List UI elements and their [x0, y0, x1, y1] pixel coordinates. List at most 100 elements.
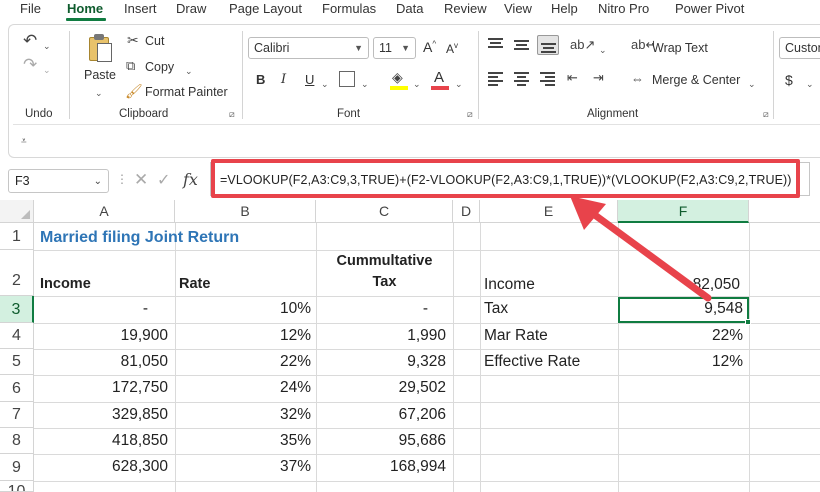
- column-header-c[interactable]: C: [316, 200, 453, 223]
- tab-insert[interactable]: Insert: [124, 1, 157, 16]
- column-header-b[interactable]: B: [175, 200, 316, 223]
- select-all-button[interactable]: [0, 200, 34, 223]
- header-cumulative-tax-line2[interactable]: Tax: [316, 274, 453, 290]
- tab-home[interactable]: Home: [67, 1, 103, 16]
- formula-text[interactable]: =VLOOKUP(F2,A3:C9,3,TRUE)+(F2-VLOOKUP(F2…: [220, 173, 792, 187]
- increase-indent-icon[interactable]: ⇥: [593, 70, 604, 86]
- font-size-select[interactable]: 11 ▼: [373, 37, 416, 59]
- paste-button[interactable]: Paste: [84, 68, 116, 82]
- income-cell[interactable]: 628,300: [40, 458, 168, 476]
- income-cell[interactable]: 418,850: [40, 432, 168, 450]
- cut-button[interactable]: Cut: [145, 34, 164, 48]
- tax-cell[interactable]: 9,328: [320, 353, 446, 371]
- underline-dropdown-icon[interactable]: ⌄: [321, 76, 329, 92]
- align-middle-icon[interactable]: [511, 35, 533, 55]
- row-header-1[interactable]: 1: [0, 223, 34, 250]
- rate-cell[interactable]: 32%: [179, 406, 311, 424]
- currency-button[interactable]: $: [785, 72, 793, 88]
- rate-cell[interactable]: 24%: [179, 379, 311, 397]
- tax-cell[interactable]: 1,990: [320, 327, 446, 345]
- number-format-select[interactable]: Custom: [779, 37, 820, 59]
- row-header-7[interactable]: 7: [0, 402, 34, 428]
- income-cell[interactable]: 172,750: [40, 379, 168, 397]
- increase-font-icon[interactable]: A^: [423, 39, 436, 55]
- formula-bar-grip-icon[interactable]: ⋮: [116, 172, 128, 186]
- undo-dropdown-icon[interactable]: ⌄: [43, 38, 51, 54]
- copy-icon[interactable]: ⧉: [126, 58, 135, 74]
- rate-cell[interactable]: 12%: [179, 327, 311, 345]
- summary-label-mar-rate[interactable]: Mar Rate: [484, 327, 548, 345]
- decrease-font-icon[interactable]: Av: [446, 41, 458, 56]
- paste-icon[interactable]: [87, 33, 113, 63]
- decrease-indent-icon[interactable]: ⇤: [567, 70, 578, 86]
- align-top-icon[interactable]: [485, 35, 507, 55]
- row-header-8[interactable]: 8: [0, 428, 34, 454]
- orientation-dropdown-icon[interactable]: ⌄: [599, 42, 607, 58]
- borders-icon[interactable]: [339, 71, 355, 87]
- paste-dropdown-icon[interactable]: ⌄: [95, 85, 103, 101]
- rate-cell[interactable]: 37%: [179, 458, 311, 476]
- insert-function-button[interactable]: fx: [183, 170, 198, 189]
- tab-data[interactable]: Data: [396, 1, 423, 16]
- borders-dropdown-icon[interactable]: ⌄: [361, 76, 369, 92]
- income-cell[interactable]: 329,850: [40, 406, 168, 424]
- currency-dropdown-icon[interactable]: ⌄: [806, 76, 814, 92]
- row-header-10[interactable]: 10: [0, 481, 34, 492]
- header-rate[interactable]: Rate: [179, 276, 210, 292]
- header-income[interactable]: Income: [40, 276, 91, 292]
- row-header-4[interactable]: 4: [0, 323, 34, 349]
- income-cell[interactable]: 19,900: [40, 327, 168, 345]
- clipboard-launcher-icon[interactable]: ⧄: [229, 109, 235, 120]
- underline-button[interactable]: U: [305, 72, 314, 87]
- tax-cell[interactable]: -: [320, 300, 428, 318]
- summary-value-effective-rate[interactable]: 12%: [622, 353, 743, 371]
- merge-center-icon[interactable]: ⇔: [631, 71, 644, 87]
- summary-label-effective-rate[interactable]: Effective Rate: [484, 353, 580, 371]
- font-color-icon[interactable]: A: [434, 69, 444, 86]
- tab-view[interactable]: View: [504, 1, 532, 16]
- tax-cell[interactable]: 29,502: [320, 379, 446, 397]
- sheet-title[interactable]: Married filing Joint Return: [40, 229, 239, 247]
- qat-customize-icon[interactable]: ⩡: [21, 134, 27, 150]
- column-header-d[interactable]: D: [453, 200, 480, 223]
- tab-formulas[interactable]: Formulas: [322, 1, 376, 16]
- summary-label-tax[interactable]: Tax: [484, 300, 508, 318]
- align-center-icon[interactable]: [511, 69, 533, 89]
- cut-icon[interactable]: ✂: [127, 32, 139, 48]
- header-cumulative-tax-line1[interactable]: Cummultative: [316, 253, 453, 269]
- tab-draw[interactable]: Draw: [176, 1, 206, 16]
- income-cell[interactable]: 81,050: [40, 353, 168, 371]
- fill-handle[interactable]: [745, 319, 751, 325]
- undo-icon[interactable]: ↶: [23, 32, 37, 49]
- cancel-icon[interactable]: ✕: [134, 170, 148, 190]
- row-header-3[interactable]: 3: [0, 296, 34, 323]
- tax-cell[interactable]: 168,994: [320, 458, 446, 476]
- column-header-a[interactable]: A: [34, 200, 175, 223]
- copy-dropdown-icon[interactable]: ⌄: [185, 63, 193, 79]
- orientation-icon[interactable]: ab↗: [570, 37, 595, 53]
- tab-power-pivot[interactable]: Power Pivot: [675, 1, 744, 16]
- summary-value-mar-rate[interactable]: 22%: [622, 327, 743, 345]
- tax-cell[interactable]: 67,206: [320, 406, 446, 424]
- bold-button[interactable]: B: [256, 72, 265, 87]
- rate-cell[interactable]: 22%: [179, 353, 311, 371]
- tax-cell[interactable]: 95,686: [320, 432, 446, 450]
- align-left-icon[interactable]: [485, 69, 507, 89]
- row-header-9[interactable]: 9: [0, 454, 34, 481]
- rate-cell[interactable]: 35%: [179, 432, 311, 450]
- font-launcher-icon[interactable]: ⧄: [467, 109, 473, 120]
- copy-button[interactable]: Copy: [145, 60, 174, 74]
- column-header-g[interactable]: [749, 200, 820, 223]
- fill-color-dropdown-icon[interactable]: ⌄: [413, 76, 421, 92]
- tab-page-layout[interactable]: Page Layout: [229, 1, 302, 16]
- wrap-text-button[interactable]: Wrap Text: [652, 41, 708, 55]
- redo-icon[interactable]: ↷: [23, 56, 37, 73]
- align-right-icon[interactable]: [537, 69, 559, 89]
- tab-nitro-pro[interactable]: Nitro Pro: [598, 1, 649, 16]
- merge-dropdown-icon[interactable]: ⌄: [748, 76, 756, 92]
- tab-review[interactable]: Review: [444, 1, 487, 16]
- align-bottom-icon[interactable]: [537, 35, 559, 55]
- row-header-5[interactable]: 5: [0, 349, 34, 375]
- format-painter-icon[interactable]: 🖌: [125, 83, 143, 99]
- redo-dropdown-icon[interactable]: ⌄: [43, 62, 51, 78]
